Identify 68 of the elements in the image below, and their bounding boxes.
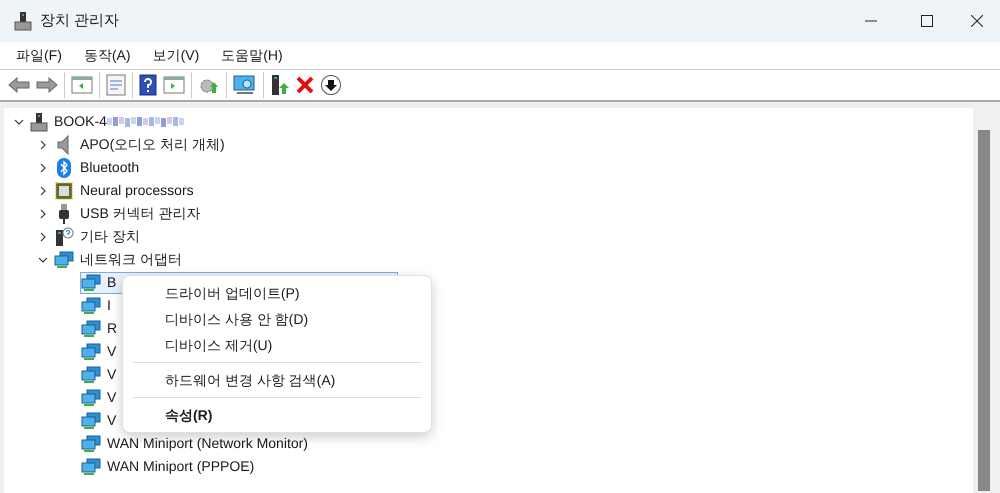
context-menu-item[interactable]: 디바이스 사용 안 함(D) [133, 306, 421, 332]
window-pane-icon[interactable] [71, 76, 93, 94]
help-icon[interactable] [139, 74, 157, 96]
device-label: B [107, 273, 116, 292]
network-icon [81, 458, 101, 476]
device-label: I [107, 296, 111, 315]
menu-item[interactable]: 동작(A) [76, 45, 138, 66]
collapsed-caret-icon[interactable] [38, 140, 48, 150]
device-label: V [107, 365, 116, 384]
menu-item[interactable]: 도움말(H) [214, 45, 290, 66]
device-row[interactable]: R [80, 318, 118, 340]
properties-sheet-icon[interactable] [106, 74, 126, 96]
tree-item[interactable]: Bluetooth [80, 157, 140, 178]
context-menu-item[interactable]: 속성(R) [133, 402, 421, 428]
device-row[interactable]: V [80, 340, 118, 362]
tree-item[interactable]: APO(오디오 처리 개체) [80, 134, 225, 155]
tree-item[interactable]: USB 커넥터 관리자 [80, 203, 201, 224]
network-icon [81, 342, 101, 360]
chip-icon [55, 182, 73, 200]
unknown-device-icon [54, 226, 74, 246]
collapsed-caret-icon[interactable] [38, 186, 48, 196]
tree-item[interactable]: BOOK-4 [54, 111, 107, 132]
device-label: V [107, 388, 116, 407]
down-arrow-circle-icon[interactable] [320, 74, 342, 96]
maximize-icon [921, 15, 933, 27]
network-icon [81, 296, 101, 314]
tree-item[interactable]: 네트워크 어댑터 [80, 249, 182, 270]
device-row[interactable]: I [80, 294, 112, 316]
device-label: R [107, 319, 118, 338]
bluetooth-icon [56, 158, 72, 178]
monitor-search-icon[interactable] [233, 75, 257, 95]
expanded-caret-icon[interactable] [14, 116, 24, 126]
network-icon [81, 412, 101, 430]
menu-item[interactable]: 보기(V) [146, 45, 206, 66]
close-icon[interactable] [296, 76, 314, 94]
device-row[interactable]: V [80, 386, 118, 408]
network-icon [81, 274, 101, 292]
collapsed-caret-icon[interactable] [38, 208, 48, 218]
network-icon [81, 366, 101, 384]
network-icon [54, 250, 74, 268]
network-icon [81, 434, 101, 452]
tree-item[interactable]: Neural processors [80, 180, 194, 201]
network-icon [81, 320, 101, 338]
device-label: V [107, 411, 116, 430]
collapsed-caret-icon[interactable] [38, 232, 48, 242]
device-row[interactable]: WAN Miniport (Network Monitor) [80, 432, 309, 454]
network-icon [81, 388, 101, 406]
device-label: V [107, 342, 116, 361]
computer-icon [30, 112, 48, 132]
context-menu-item[interactable]: 드라이버 업데이트(P) [133, 280, 421, 306]
device-enable-icon[interactable] [270, 74, 290, 96]
device-label: WAN Miniport (Network Monitor) [107, 434, 308, 453]
device-row[interactable]: WAN Miniport (PPPOE) [80, 456, 256, 478]
device-row[interactable]: V [80, 364, 118, 386]
window-pane-icon[interactable] [163, 76, 185, 94]
expanded-caret-icon[interactable] [38, 254, 48, 264]
device-manager-icon [14, 11, 32, 31]
usb-plug-icon [58, 204, 70, 224]
menu-item[interactable]: 파일(F) [9, 45, 69, 66]
device-label: WAN Miniport (PPPOE) [107, 457, 254, 476]
close-icon [971, 15, 983, 27]
context-menu-item[interactable]: 디바이스 제거(U) [133, 332, 421, 358]
window-title: 장치 관리자 [40, 10, 120, 31]
device-row[interactable]: V [80, 410, 118, 432]
minimize-icon [865, 20, 877, 22]
context-menu-item[interactable]: 하드웨어 변경 사항 검색(A) [133, 367, 421, 393]
collapsed-caret-icon[interactable] [38, 162, 48, 172]
tree-item[interactable]: 기타 장치 [80, 226, 140, 247]
